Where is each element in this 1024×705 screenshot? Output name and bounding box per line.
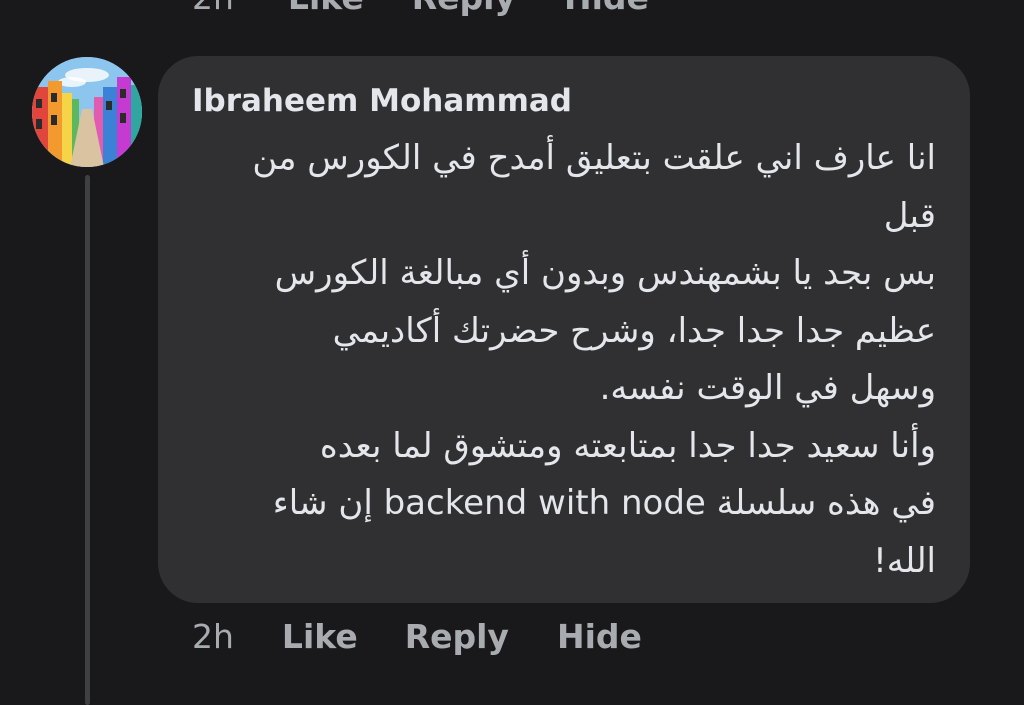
comment-line: قبل: [883, 195, 936, 236]
comment-line: وأنا سعيد جدا جدا بمتابعته ومتشوق لما بع…: [319, 425, 936, 466]
avatar-image: [32, 57, 142, 167]
previous-comment-hide-button[interactable]: Hide: [564, 0, 649, 17]
hide-button[interactable]: Hide: [557, 617, 642, 656]
comment-line: بس بجد يا بشمهندس وبدون أي مبالغة الكورس: [274, 253, 936, 293]
comment-line: في هذه سلسلة backend with node إن شاء: [272, 483, 936, 523]
comment-line: وسهل في الوقت نفسه.: [599, 368, 936, 408]
comment-line: انا عارف اني علقت بتعليق أمدح في الكورس …: [252, 138, 936, 178]
previous-comment-reply-button[interactable]: Reply: [412, 0, 516, 17]
previous-comment-actions: 2h Like Reply Hide: [192, 0, 697, 17]
comment-timestamp[interactable]: 2h: [192, 617, 234, 656]
previous-comment-timestamp[interactable]: 2h: [192, 0, 234, 17]
comment-line: عظيم جدا جدا جدا، وشرح حضرتك أكاديمي: [332, 310, 936, 351]
comment-line: الله!: [873, 540, 936, 581]
comment-actions: 2h Like Reply Hide: [192, 617, 642, 656]
reply-button[interactable]: Reply: [405, 617, 509, 656]
like-button[interactable]: Like: [282, 617, 358, 656]
previous-comment-like-button[interactable]: Like: [288, 0, 364, 17]
comment-text: انا عارف اني علقت بتعليق أمدح في الكورس …: [176, 130, 936, 590]
avatar[interactable]: [32, 57, 142, 167]
comment-author[interactable]: Ibraheem Mohammad: [192, 83, 572, 119]
thread-line: [85, 175, 90, 705]
comment-bubble: Ibraheem Mohammad انا عارف اني علقت بتعل…: [158, 56, 970, 603]
